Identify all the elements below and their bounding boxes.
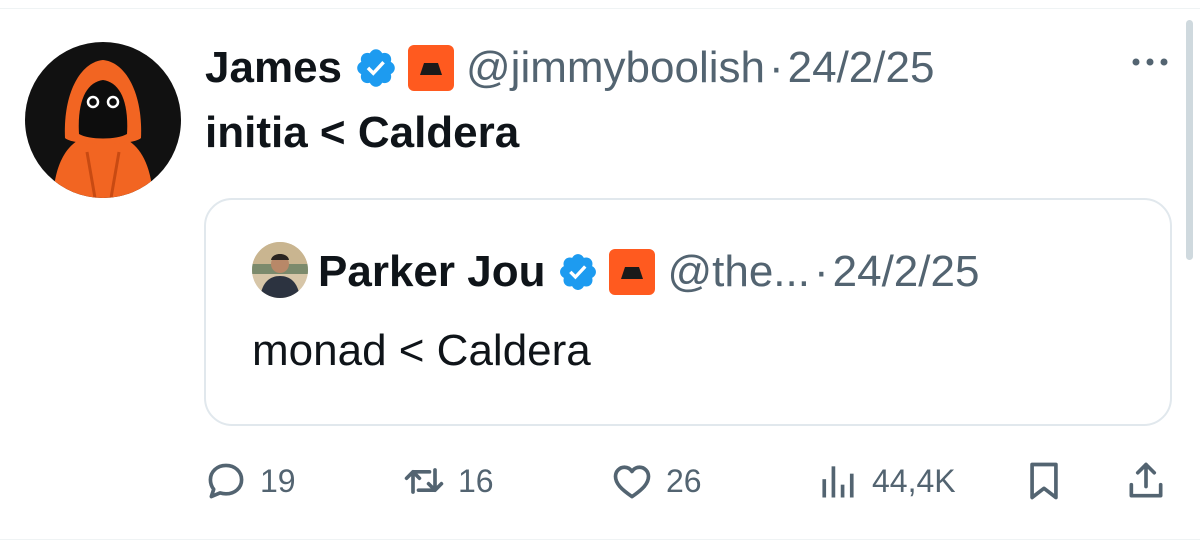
retweet-button[interactable]: 16 (402, 456, 494, 506)
bookmark-button[interactable] (1022, 456, 1066, 506)
reply-icon (208, 463, 244, 499)
quoted-author-avatar[interactable] (252, 242, 308, 298)
quoted-tweet-text: monad < Caldera (252, 326, 591, 375)
share-icon (1129, 462, 1163, 498)
like-count: 26 (666, 462, 702, 499)
quoted-tweet-date[interactable]: 24/2/25 (833, 247, 980, 297)
view-count: 44,4K (872, 462, 956, 499)
quoted-author-handle[interactable]: @the... (667, 247, 810, 297)
scrollbar[interactable] (1186, 20, 1193, 260)
author-name[interactable]: James (205, 43, 342, 93)
quoted-author-name[interactable]: Parker Jou (318, 247, 545, 297)
verified-badge-icon[interactable] (557, 251, 599, 293)
tweet-date[interactable]: 24/2/25 (788, 43, 935, 93)
tweet-text: initia < Caldera (205, 108, 520, 157)
quoted-tweet-card[interactable]: Parker Jou @the... · 24/2/25 monad < Cal… (204, 198, 1172, 426)
top-divider (0, 8, 1200, 9)
action-bar: 19 16 26 44,4K (0, 456, 1200, 506)
date-separator: · (813, 247, 829, 296)
share-button[interactable] (1124, 456, 1168, 506)
bookmark-icon (1030, 462, 1058, 500)
affiliate-badge-icon[interactable] (609, 249, 656, 295)
heart-icon (613, 465, 651, 499)
author-handle[interactable]: @jimmyboolish (466, 43, 765, 93)
retweet-count: 16 (458, 462, 494, 499)
verified-badge-icon[interactable] (354, 46, 398, 90)
views-button[interactable]: 44,4K (816, 456, 956, 506)
ellipsis-icon[interactable] (1128, 52, 1172, 72)
views-chart-icon (822, 466, 854, 498)
retweet-icon (404, 468, 444, 494)
date-separator: · (768, 43, 784, 92)
bottom-divider (0, 539, 1200, 540)
like-button[interactable]: 26 (610, 456, 702, 506)
tweet-header: James @jimmyboolish · 24/2/25 (205, 40, 934, 96)
author-avatar[interactable] (25, 42, 181, 198)
reply-button[interactable]: 19 (204, 456, 296, 506)
reply-count: 19 (260, 462, 296, 499)
affiliate-badge-icon[interactable] (408, 45, 455, 91)
quoted-tweet-header: Parker Jou @the... · 24/2/25 (318, 244, 979, 300)
